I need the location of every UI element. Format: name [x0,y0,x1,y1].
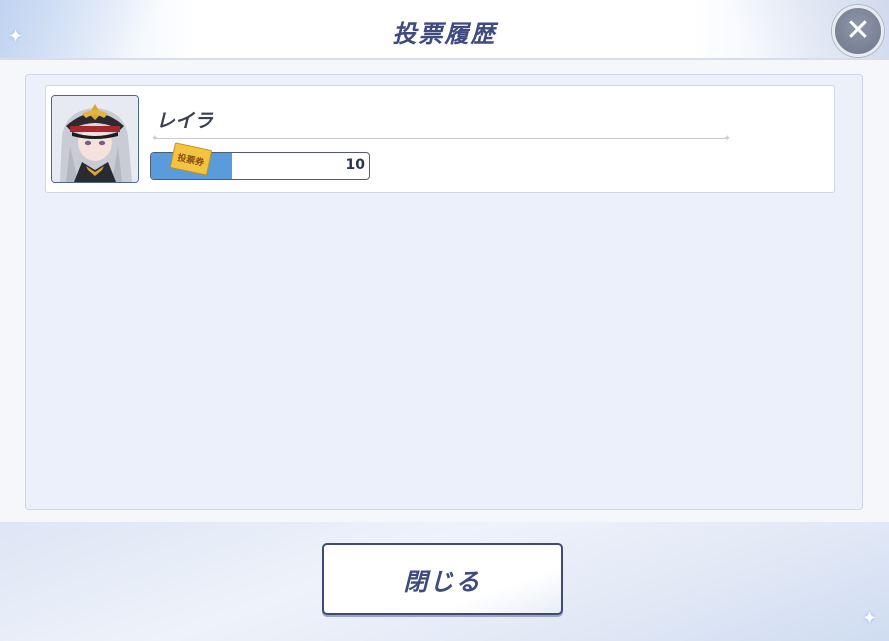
vote-history-dialog: ✦ 投票履歴 ✕ レイラ ✦ ✦ 10 投票券 ✦ 閉じる [0,0,889,641]
dialog-title: 投票履歴 [392,20,497,48]
close-button[interactable]: 閉じる [322,543,563,615]
divider-line: ✦ ✦ [151,134,731,144]
vote-count-value: 10 [345,157,365,173]
history-entry-card: レイラ ✦ ✦ 10 投票券 [45,85,835,193]
close-icon[interactable]: ✕ [832,5,884,57]
close-button-label: 閉じる [403,567,482,596]
sparkle-icon: ✦ [862,608,878,629]
character-name: レイラ [156,110,214,132]
ticket-label: 投票券 [176,152,205,169]
character-portrait [51,95,139,183]
dialog-header: ✦ 投票履歴 [0,0,889,60]
